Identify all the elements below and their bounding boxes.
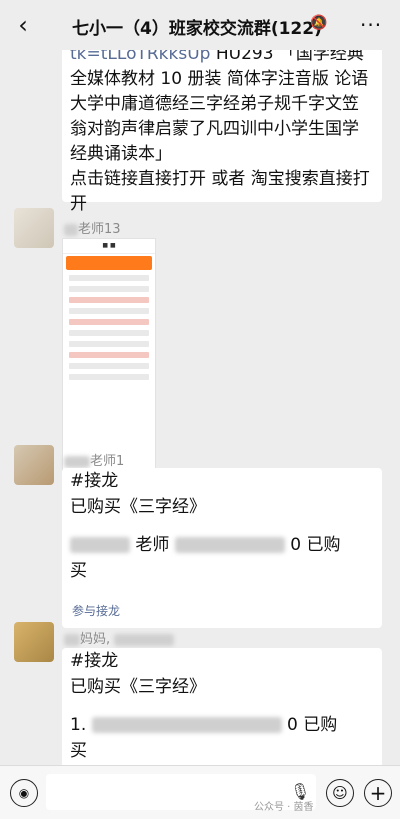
image-banner — [66, 256, 152, 270]
chat-title: 七小一（4）班家校交流群(122) — [72, 19, 322, 39]
more-button[interactable]: ··· — [360, 13, 382, 37]
sender-name: 老师13 — [64, 218, 121, 237]
message-line: #接龙 — [70, 471, 119, 491]
image-row — [69, 363, 149, 369]
voice-toggle-icon[interactable]: ◉ — [10, 779, 38, 807]
tao-link[interactable]: tk=tLLoTRkksUp — [70, 50, 210, 64]
avatar[interactable] — [14, 208, 54, 248]
image-header: ■ ■ — [63, 239, 155, 254]
chat-area[interactable]: tk=tLLoTRkksUp HU293 「国学经典全媒体教材 10 册装 简体… — [0, 50, 400, 765]
emoji-icon[interactable]: ☺ — [326, 779, 354, 807]
message-line: 老师 0 已购 — [70, 532, 374, 558]
image-row — [69, 330, 149, 336]
plus-icon[interactable]: + — [364, 779, 392, 807]
mute-icon: 🔕 — [310, 15, 328, 31]
message-line: 1. 0 已购 — [70, 715, 338, 735]
message-line: #接龙 — [70, 651, 119, 671]
sender-name: 老师1 — [64, 450, 124, 469]
chevron-left-icon: ‹ — [18, 11, 28, 39]
image-row — [69, 286, 149, 292]
sender-name: 妈妈, — [64, 628, 175, 647]
tao-code: HU293 — [210, 50, 274, 64]
message-line: 买 — [70, 561, 87, 581]
input-bar: ◉ 🎙 ☺ + 公众号 · 茵香 — [0, 765, 400, 819]
product-title: 「国学经典全媒体教材 10 册装 简体字注音版 论语大学中庸道德经三字经弟子规千… — [70, 50, 369, 164]
image-row — [69, 319, 149, 325]
image-row — [69, 374, 149, 380]
image-row — [69, 352, 149, 358]
message-line: 已购买《三字经》 — [70, 677, 206, 697]
chat-header: ‹ 七小一（4）班家校交流群(122) 🔕 ··· — [0, 0, 400, 50]
watermark: 公众号 · 茵香 — [254, 802, 314, 813]
message-bubble-4[interactable]: #接龙 已购买《三字经》 1. 0 已购 买 — [62, 648, 382, 765]
avatar[interactable] — [14, 622, 54, 662]
join-relay-link[interactable]: 参与接龙 — [72, 602, 120, 619]
open-hint: 点击链接直接打开 或者 淘宝搜索直接打开 — [70, 169, 370, 214]
image-row — [69, 341, 149, 347]
image-row — [69, 297, 149, 303]
message-line: 买 — [70, 741, 87, 761]
image-row — [69, 308, 149, 314]
avatar[interactable] — [14, 445, 54, 485]
message-bubble-1[interactable]: tk=tLLoTRkksUp HU293 「国学经典全媒体教材 10 册装 简体… — [62, 50, 382, 214]
message-line: 已购买《三字经》 — [70, 497, 206, 517]
image-row — [69, 275, 149, 281]
back-button[interactable]: ‹ — [10, 10, 36, 40]
